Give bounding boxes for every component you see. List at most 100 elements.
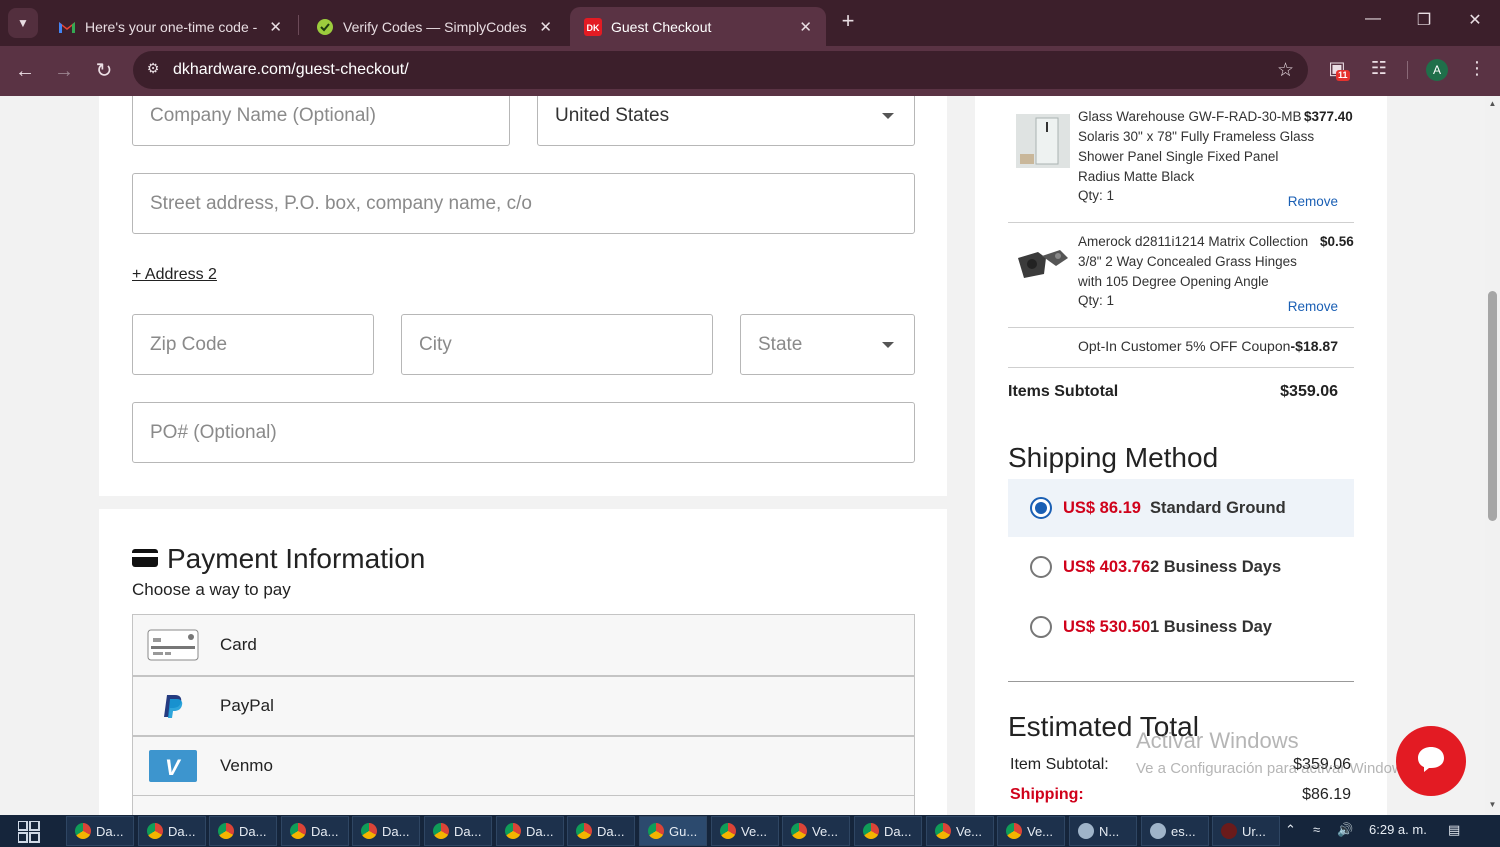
tab-title: Verify Codes — SimplyCodes [343,18,527,35]
tab-guest-checkout[interactable]: DK Guest Checkout ✕ [570,7,826,46]
taskbar-app[interactable]: Ve... [997,816,1065,846]
remove-item-button[interactable]: Remove [1288,194,1338,209]
chrome-icon [720,823,736,839]
forward-button[interactable]: → [51,58,77,84]
puzzle-extensions-icon[interactable]: ☷ [1366,58,1392,79]
restore-button[interactable]: ❐ [1409,10,1439,30]
dk-icon: DK [584,17,602,36]
taskbar-app[interactable]: Da... [352,816,420,846]
taskbar-app[interactable]: Da... [138,816,206,846]
windows-taskbar: Da... Da... Da... Da... Da... Da... Da... Da...… [0,815,1500,847]
tab-gmail[interactable]: Here's your one-time code - an ✕ [44,7,296,46]
taskbar-app[interactable]: Da... [281,816,349,846]
paypal-icon [145,689,201,723]
chrome-icon [935,823,951,839]
chrome-icon [361,823,377,839]
taskbar-app-label: Da... [96,823,124,839]
chrome-icon [218,823,234,839]
city-field[interactable]: City [401,314,713,375]
url-text[interactable]: dkhardware.com/guest-checkout/ [173,61,409,79]
bookmark-star-icon[interactable]: ☆ [1277,59,1294,82]
shipping-option-2day[interactable]: US$ 403.76 2 Business Days [1008,538,1354,596]
scroll-down-icon[interactable]: ▼ [1488,800,1497,809]
site-settings-icon[interactable]: ⚙ [143,60,163,80]
estimate-label: Shipping: [1010,786,1084,803]
divider [1008,327,1354,328]
simplycodes-icon [316,18,334,36]
taskbar-app[interactable]: Da... [209,816,277,846]
page-viewport: Company Name (Optional) United States St… [0,96,1485,815]
gmail-icon [58,18,76,36]
more-menu-icon[interactable]: ⋮ [1464,58,1490,79]
close-icon[interactable]: ✕ [269,18,282,36]
chat-bubble-icon [1416,745,1446,778]
close-window-button[interactable]: ✕ [1460,10,1490,30]
profile-avatar[interactable]: A [1426,59,1448,81]
street-address-field[interactable]: Street address, P.O. box, company name, … [132,173,915,234]
payment-option-partial[interactable] [132,795,915,815]
new-tab-button[interactable]: + [836,10,860,34]
shipping-option-standard[interactable]: US$ 86.19 Standard Ground [1008,479,1354,537]
taskbar-app-label: Da... [454,823,482,839]
chrome-icon [505,823,521,839]
payment-option-card[interactable]: Card [132,614,915,676]
volume-icon[interactable]: 🔊 [1337,822,1353,838]
taskbar-app[interactable]: Da... [66,816,134,846]
tab-search-button[interactable]: ▼ [8,8,38,38]
tray-chevron-icon[interactable]: ⌃ [1285,822,1296,838]
radio-unselected[interactable] [1030,556,1052,578]
taskbar-app-label: Da... [526,823,554,839]
taskbar-app[interactable]: Ur... [1212,816,1280,846]
close-icon[interactable]: ✕ [539,18,552,36]
cart-item-price: $0.56 [1320,234,1354,249]
taskbar-app[interactable]: Da... [567,816,635,846]
taskbar-app[interactable]: Da... [854,816,922,846]
minimize-button[interactable]: — [1358,10,1388,28]
add-address-2-link[interactable]: + Address 2 [132,266,217,284]
radio-unselected[interactable] [1030,616,1052,638]
caret-down-icon [882,341,894,348]
scroll-up-icon[interactable]: ▲ [1488,99,1497,108]
address-bar[interactable]: ⚙ dkhardware.com/guest-checkout/ ☆ [133,51,1308,89]
page-scrollbar[interactable]: ▲ ▼ [1485,96,1500,815]
taskbar-app[interactable]: Ve... [926,816,994,846]
taskbar-app[interactable]: Ve... [782,816,850,846]
wifi-icon[interactable]: ≈ [1313,822,1320,837]
remove-item-button[interactable]: Remove [1288,299,1338,314]
app-icon [1221,823,1237,839]
chat-button[interactable] [1396,726,1466,796]
start-icon[interactable] [17,820,40,843]
back-button[interactable]: ← [12,58,38,84]
taskbar-app[interactable]: es... [1141,816,1209,846]
divider [1008,367,1354,368]
close-icon[interactable]: ✕ [799,18,812,36]
company-name-field[interactable]: Company Name (Optional) [132,96,510,146]
product-image-hinge [1016,244,1070,298]
svg-text:V: V [165,755,182,780]
zip-code-field[interactable]: Zip Code [132,314,374,375]
taskbar-app[interactable]: Ve... [711,816,779,846]
state-select[interactable]: State [740,314,915,375]
payment-subtitle: Choose a way to pay [132,580,291,599]
taskbar-app-label: es... [1171,823,1196,839]
chrome-icon [863,823,879,839]
radio-selected[interactable] [1030,497,1052,519]
taskbar-app[interactable]: N... [1069,816,1137,846]
shipping-option-1day[interactable]: US$ 530.50 1 Business Day [1008,598,1354,656]
tab-simplycodes[interactable]: Verify Codes — SimplyCodes ✕ [302,7,566,46]
taskbar-app[interactable]: Da... [496,816,564,846]
po-number-field[interactable]: PO# (Optional) [132,402,915,463]
clock[interactable]: 6:29 a. m. [1369,822,1427,837]
payment-option-venmo[interactable]: V Venmo [132,736,915,796]
payment-option-paypal[interactable]: PayPal [132,676,915,736]
scroll-thumb[interactable] [1488,291,1497,521]
product-image-shower-panel [1016,114,1070,168]
country-select[interactable]: United States [537,96,915,146]
taskbar-app[interactable]: Da... [424,816,492,846]
reload-button[interactable]: ↻ [91,58,117,84]
notifications-icon[interactable]: ▤ [1448,822,1460,838]
cart-item-name: Glass Warehouse GW-F-RAD-30-MB Solaris 3… [1078,109,1315,184]
coupon-label: Opt-In Customer 5% OFF Coupon [1078,338,1291,354]
taskbar-app-label: Ur... [1242,823,1266,839]
taskbar-app[interactable]: Gu... [639,816,707,846]
